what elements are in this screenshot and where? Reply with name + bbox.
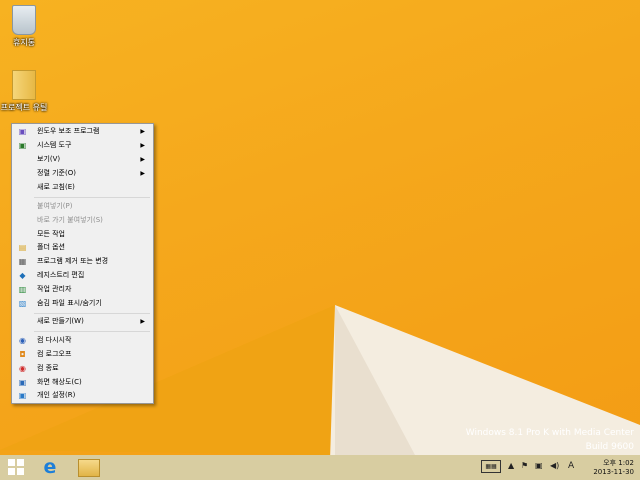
submenu-arrow-icon: ▶ [140, 142, 145, 149]
menu-item-all-tasks[interactable]: 모든 작업 [14, 228, 151, 241]
menu-item-new[interactable]: 새로 만들기(W) ▶ [14, 315, 151, 328]
menu-item-task-manager[interactable]: ▥ 작업 관리자 [14, 283, 151, 296]
menu-item-paste: 붙여넣기(P) [37, 202, 73, 210]
logoff-icon: ◘ [19, 350, 26, 359]
menu-item-programs[interactable]: ▦ 프로그램 제거 또는 변경 [14, 255, 151, 268]
submenu-arrow-icon: ▶ [140, 156, 145, 163]
network-icon[interactable]: ▣ [535, 461, 543, 470]
recycle-bin-shortcut[interactable]: 휴지통 [0, 5, 54, 48]
submenu-arrow-icon: ▶ [140, 128, 145, 135]
windows-logo-icon [17, 459, 24, 466]
programs-icon: ▦ [18, 257, 27, 266]
watermark-build: Build 9600 [585, 442, 634, 452]
touch-keyboard-icon[interactable]: ▦▦ [481, 460, 501, 473]
registry-icon: ◆ [19, 271, 26, 280]
recycle-bin-label: 휴지통 [12, 38, 36, 47]
menu-item-view[interactable]: 보기(V) ▶ [14, 153, 151, 166]
menu-separator [34, 197, 150, 198]
windows-logo-icon [17, 468, 24, 475]
recycle-bin-icon [12, 5, 36, 35]
menu-item-logoff[interactable]: ◘ 컴 로그오프 [14, 348, 151, 361]
submenu-arrow-icon: ▶ [140, 318, 145, 325]
menu-item-registry[interactable]: ◆ 레지스트리 편집 [14, 269, 151, 282]
windows-logo-icon [8, 468, 15, 475]
shutdown-icon: ◉ [19, 364, 26, 373]
task-manager-icon: ▥ [18, 285, 27, 294]
clock-date[interactable]: 2013-11-30 [593, 468, 634, 476]
menu-item-accessories[interactable]: ▣ 윈도우 보조 프로그램 ▶ [14, 125, 151, 138]
system-tools-icon: ▣ [18, 141, 27, 150]
menu-item-refresh[interactable]: 새로 고침(E) [14, 181, 151, 194]
menu-item-resolution[interactable]: ▣ 화면 해상도(C) [14, 376, 151, 389]
desktop-context-menu: ▣ 윈도우 보조 프로그램 ▶ ▣ 시스템 도구 ▶ 보기(V) ▶ 정렬 기준… [11, 123, 154, 404]
folder-icon [12, 70, 36, 100]
submenu-arrow-icon: ▶ [140, 170, 145, 177]
menu-item-hidden-files[interactable]: ▧ 숨김 파일 표시/숨기기 [14, 297, 151, 310]
menu-item-system-tools[interactable]: ▣ 시스템 도구 ▶ [14, 139, 151, 152]
windows-logo-icon [8, 459, 15, 466]
volume-icon[interactable]: ◀) [550, 461, 559, 470]
personalize-icon: ▣ [18, 391, 27, 400]
start-button[interactable] [8, 459, 24, 475]
menu-item-paste-shortcut: 바로 가기 붙여넣기(S) [37, 216, 103, 224]
ime-indicator[interactable]: A [568, 461, 574, 471]
show-hidden-icons-chevron-icon[interactable]: ▲ [508, 461, 514, 470]
file-explorer-icon[interactable] [78, 459, 100, 477]
accessories-icon: ▣ [18, 127, 27, 136]
watermark-edition: Windows 8.1 Pro K with Media Center [465, 428, 634, 438]
menu-item-folder-options[interactable]: ▤ 폴더 옵션 [14, 241, 151, 254]
menu-separator [34, 313, 150, 314]
menu-item-restart[interactable]: ◉ 컴 다시시작 [14, 334, 151, 347]
resolution-icon: ▣ [18, 378, 27, 387]
folder-label: 프로젝트 유틸 [0, 103, 48, 112]
clock-time[interactable]: 오후 1:02 [603, 458, 634, 468]
menu-item-shutdown[interactable]: ◉ 컴 종료 [14, 362, 151, 375]
menu-item-sort-by[interactable]: 정렬 기준(O) ▶ [14, 167, 151, 180]
menu-item-personalize[interactable]: ▣ 개인 설정(R) [14, 389, 151, 402]
folder-options-icon: ▤ [18, 243, 27, 252]
folder-shortcut[interactable]: 프로젝트 유틸 [0, 70, 54, 113]
menu-separator [34, 331, 150, 332]
internet-explorer-icon[interactable]: e [40, 457, 60, 477]
restart-icon: ◉ [19, 336, 26, 345]
action-center-flag-icon[interactable]: ⚑ [521, 461, 528, 470]
hidden-files-icon: ▧ [18, 299, 27, 308]
